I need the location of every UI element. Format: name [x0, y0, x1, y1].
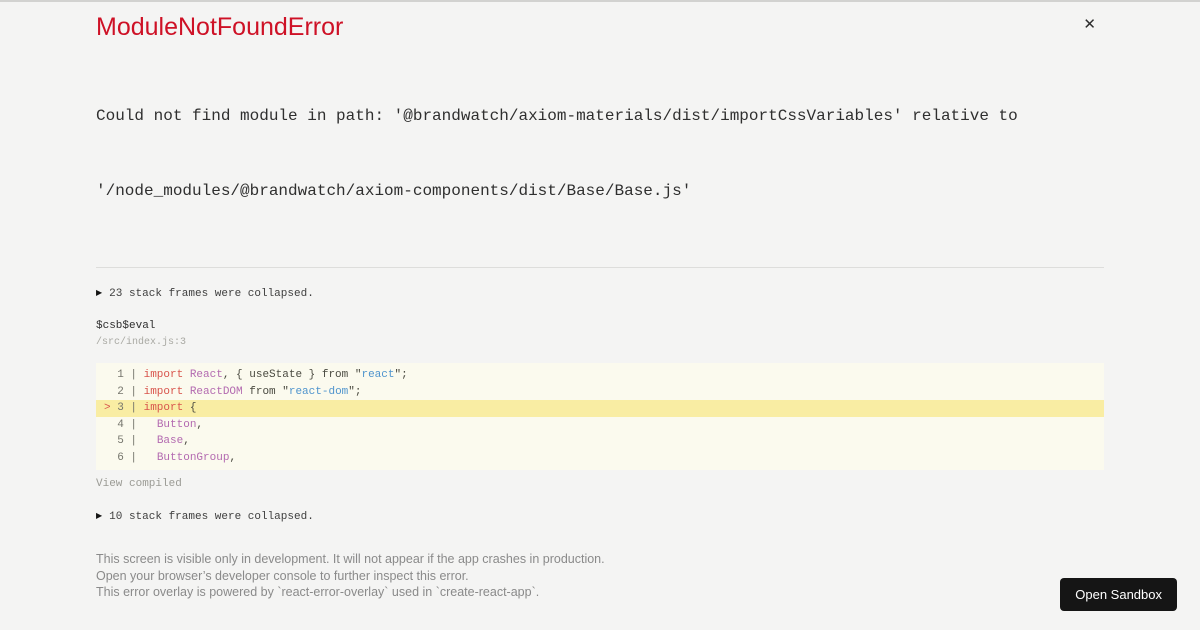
collapsed-frames-bottom-label: 10 stack frames were collapsed.: [109, 511, 314, 523]
code-token: 4 |: [104, 418, 144, 431]
error-message-line: Could not find module in path: '@brandwa…: [96, 107, 1018, 125]
overlay-header: ModuleNotFoundError ✕: [96, 13, 1104, 42]
code-token: , { useState } from ": [222, 369, 362, 381]
footer-line: This screen is visible only in developme…: [96, 552, 605, 566]
code-token: Base: [156, 435, 184, 447]
code-token: 1 |: [104, 369, 144, 381]
frame-location: /src/index.js:3: [96, 337, 187, 348]
code-line: 2 | import ReactDOM from "react-dom";: [96, 384, 1104, 401]
code-token: ButtonGroup: [156, 451, 230, 464]
code-token: 3 |: [117, 402, 144, 414]
frame-function-name: $csb$eval: [96, 320, 156, 332]
code-token: import: [143, 402, 184, 414]
overlay-content: ModuleNotFoundError ✕ Could not find mod…: [0, 0, 1200, 601]
code-block: 1 | import React, { useState } from "rea…: [96, 363, 1104, 470]
code-token: ReactDOM: [189, 385, 243, 398]
collapsed-frames-top[interactable]: ▶ 23 stack frames were collapsed.: [96, 286, 1104, 301]
footer-line: This error overlay is powered by `react-…: [96, 585, 540, 599]
divider: [96, 267, 1104, 268]
footer-line: Open your browser’s developer console to…: [96, 568, 469, 583]
code-token: {: [183, 402, 197, 414]
stack-frame: $csb$eval /src/index.js:3: [96, 319, 1104, 349]
view-compiled-link[interactable]: View compiled: [96, 477, 1104, 491]
error-message-line: '/node_modules/@brandwatch/axiom-compone…: [96, 182, 692, 200]
expand-triangle-icon: ▶: [96, 288, 103, 297]
error-title: ModuleNotFoundError: [96, 13, 344, 41]
close-icon[interactable]: ✕: [1083, 17, 1096, 32]
code-token: react-dom: [288, 385, 349, 398]
code-line: 6 | ButtonGroup,: [96, 450, 1104, 467]
code-token: from ": [242, 385, 289, 398]
code-token: import: [143, 385, 184, 398]
code-token: ,: [196, 418, 204, 431]
footer-note: This screen is visible only in developme…: [96, 551, 1104, 601]
code-token: >: [104, 402, 118, 414]
code-token: ,: [183, 435, 190, 447]
code-line: 1 | import React, { useState } from "rea…: [96, 367, 1104, 384]
collapsed-frames-bottom[interactable]: ▶ 10 stack frames were collapsed.: [96, 509, 1104, 524]
code-token: 5 |: [104, 435, 144, 447]
code-token: 6 |: [104, 451, 144, 464]
error-message: Could not find module in path: '@brandwa…: [96, 54, 1104, 254]
code-token: react: [361, 369, 395, 381]
code-token: ";: [394, 369, 408, 381]
code-token: import: [143, 369, 184, 381]
code-line: > 3 | import {: [96, 400, 1104, 417]
code-token: ";: [348, 385, 362, 398]
code-token: React: [189, 369, 223, 381]
code-token: 2 |: [104, 385, 144, 398]
code-line: 4 | Button,: [96, 417, 1104, 434]
open-sandbox-button[interactable]: Open Sandbox: [1060, 578, 1177, 611]
code-token: Button: [156, 418, 197, 431]
expand-triangle-icon: ▶: [96, 511, 103, 520]
collapsed-frames-top-label: 23 stack frames were collapsed.: [109, 288, 314, 300]
code-token: ,: [229, 451, 237, 464]
code-line: 5 | Base,: [96, 433, 1104, 450]
